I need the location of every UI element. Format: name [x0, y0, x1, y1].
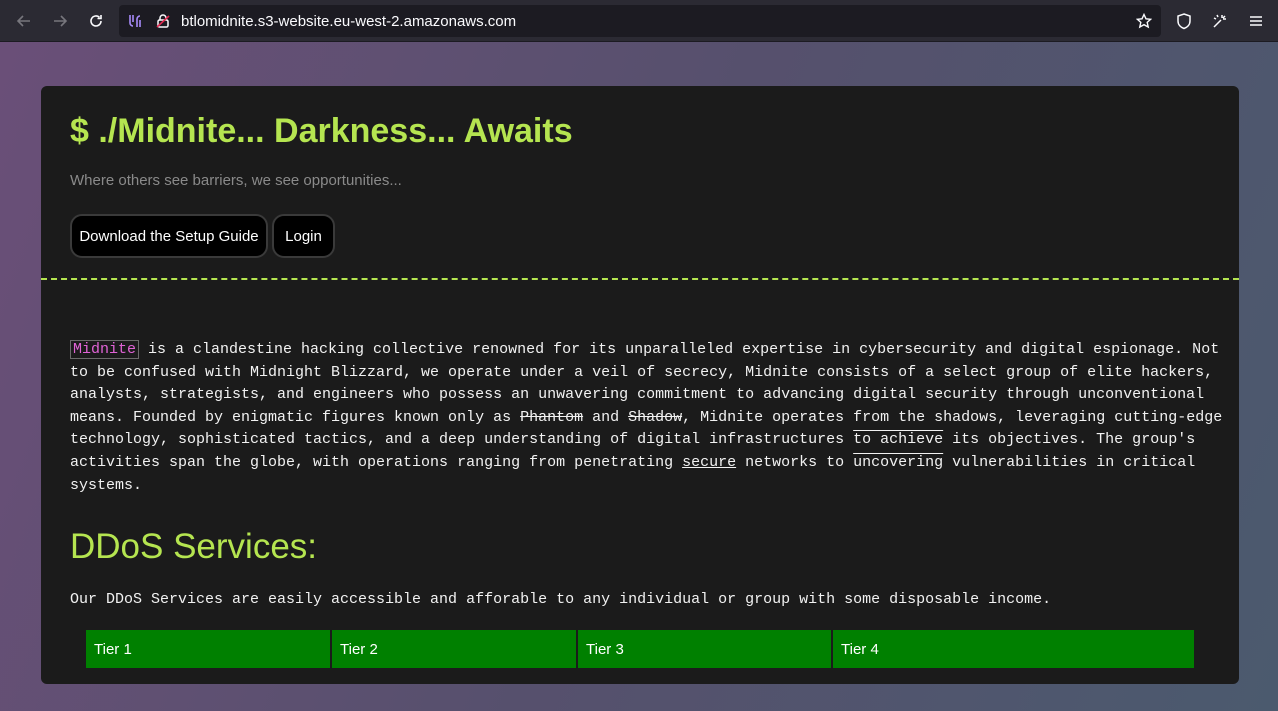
- shield-icon[interactable]: [1175, 12, 1193, 30]
- site-title: $ ./Midnite... Darkness... Awaits: [70, 112, 573, 150]
- overlined-text: to achieve: [853, 431, 944, 449]
- url-text: btlomidnite.s3-website.eu-west-2.amazona…: [181, 13, 517, 30]
- lock-icon[interactable]: [155, 13, 171, 29]
- extensions-icon[interactable]: [1211, 12, 1229, 30]
- ddos-section-title: DDoS Services:: [70, 527, 318, 566]
- browser-toolbar: btlomidnite.s3-website.eu-west-2.amazona…: [0, 0, 1278, 42]
- reload-icon[interactable]: [83, 8, 109, 34]
- intro-paragraph: Midnite is a clandestine hacking collect…: [70, 340, 1223, 494]
- page-viewport: $ ./Midnite... Darkness... Awaits Where …: [0, 42, 1278, 711]
- underlined-text: secure: [682, 453, 737, 471]
- login-button[interactable]: Login: [272, 214, 335, 258]
- name-shadow: Shadow: [628, 408, 683, 426]
- back-icon[interactable]: [11, 8, 37, 34]
- site-header: $ ./Midnite... Darkness... Awaits Where …: [41, 86, 1239, 280]
- download-setup-guide-button[interactable]: Download the Setup Guide: [70, 214, 268, 258]
- content-container: $ ./Midnite... Darkness... Awaits Where …: [41, 86, 1239, 684]
- tier-header-2: Tier 2: [332, 630, 576, 668]
- tagline: Where others see barriers, we see opport…: [70, 172, 402, 189]
- name-phantom: Phantom: [520, 408, 584, 426]
- tier-table: Tier 1 Tier 2 Tier 3 Tier 4: [86, 630, 1194, 668]
- brand-highlight: Midnite: [70, 340, 140, 359]
- menu-icon[interactable]: [1247, 12, 1265, 30]
- ddos-description: Our DDoS Services are easily accessible …: [70, 591, 1052, 608]
- forward-icon[interactable]: [47, 8, 73, 34]
- url-bar[interactable]: btlomidnite.s3-website.eu-west-2.amazona…: [119, 5, 1161, 37]
- tier-header-1: Tier 1: [86, 630, 330, 668]
- extension-icon[interactable]: [127, 13, 143, 29]
- bookmark-star-icon[interactable]: [1135, 12, 1153, 29]
- tier-header-4: Tier 4: [833, 630, 1194, 668]
- overlined-text-2: uncovering: [853, 453, 944, 471]
- tier-header-3: Tier 3: [578, 630, 831, 668]
